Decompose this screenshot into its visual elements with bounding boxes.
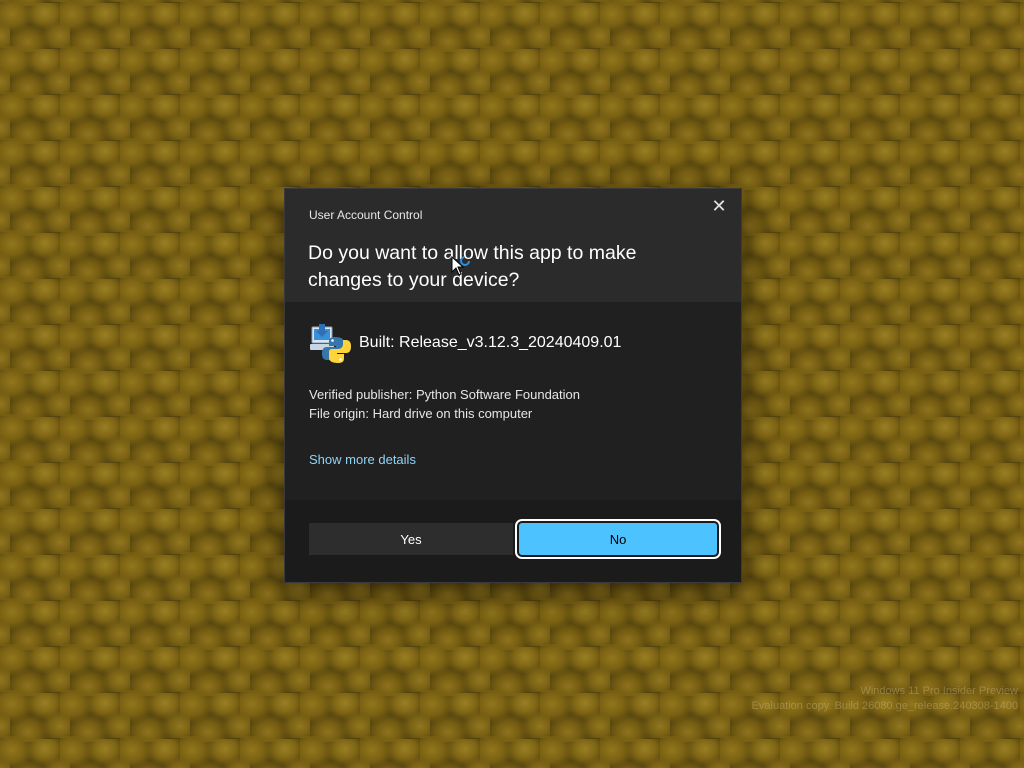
close-button[interactable]: ✕ — [705, 195, 733, 219]
python-installer-icon — [310, 324, 351, 363]
yes-button[interactable]: Yes — [309, 523, 513, 555]
close-icon: ✕ — [711, 196, 727, 216]
app-info-row: Built: Release_v3.12.3_20240409.01 — [309, 323, 621, 363]
uac-dialog: User Account Control ✕ Do you want to al… — [284, 188, 742, 583]
app-name: Built: Release_v3.12.3_20240409.01 — [359, 334, 622, 351]
dialog-footer: Yes No — [285, 500, 741, 582]
no-button[interactable]: No — [515, 519, 721, 559]
show-more-details-link[interactable]: Show more details — [309, 452, 416, 467]
verified-publisher: Verified publisher: Python Software Foun… — [309, 387, 581, 402]
desktop-watermark: Windows 11 Pro Insider Preview Evaluatio… — [752, 684, 1018, 714]
file-origin: File origin: Hard drive on this computer — [309, 406, 533, 421]
app-details: Verified publisher: Python Software Foun… — [309, 385, 580, 423]
watermark-line2: Evaluation copy. Build 26080.ge_release.… — [751, 700, 1018, 712]
watermark-line1: Windows 11 Pro Insider Preview — [860, 685, 1018, 697]
dialog-header: User Account Control ✕ Do you want to al… — [285, 189, 741, 302]
uac-question: Do you want to allow this app to make ch… — [308, 242, 637, 291]
dialog-title: User Account Control — [309, 208, 423, 222]
mouse-cursor-icon — [451, 256, 470, 276]
